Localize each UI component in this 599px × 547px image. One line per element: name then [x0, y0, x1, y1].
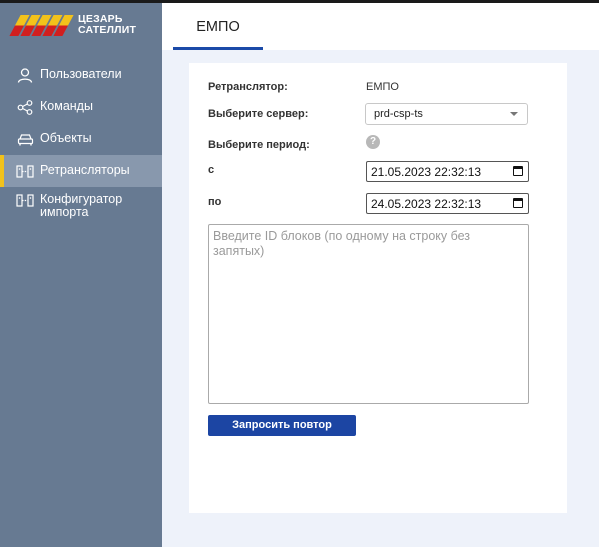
- sidebar-item-label: Ретрансляторы: [40, 163, 130, 177]
- sidebar-item-objects[interactable]: Объекты: [0, 123, 162, 155]
- relay-form-card: Ретранслятор: ЕМПО Выберите сервер: prd-…: [189, 63, 567, 513]
- request-repeat-button[interactable]: Запросить повтор: [208, 415, 356, 436]
- server-select[interactable]: prd-csp-ts: [365, 103, 528, 125]
- calendar-icon[interactable]: [513, 198, 523, 208]
- brand-name: ЦЕЗАРЬ САТЕЛЛИТ: [78, 14, 136, 36]
- logo: ЦЕЗАРЬ САТЕЛЛИТ: [0, 3, 162, 47]
- sidebar: ЦЕЗАРЬ САТЕЛЛИТ Пользователи Команды Объ…: [0, 3, 162, 547]
- logo-stripes-icon: [9, 14, 74, 36]
- calendar-icon[interactable]: [513, 166, 523, 176]
- sidebar-item-label: Объекты: [40, 131, 92, 145]
- relay-icon: [16, 193, 34, 208]
- sidebar-item-commands[interactable]: Команды: [0, 91, 162, 123]
- to-datetime-value: 24.05.2023 22:32:13: [371, 197, 482, 211]
- sidebar-item-label: Конфигуратор импорта: [40, 192, 123, 219]
- tab-empo[interactable]: ЕМПО: [173, 3, 263, 50]
- sidebar-item-label: Пользователи: [40, 67, 122, 81]
- header: ЕМПО: [162, 3, 599, 50]
- to-datetime-input[interactable]: 24.05.2023 22:32:13: [366, 193, 529, 214]
- from-label: с: [208, 164, 215, 176]
- server-label: Выберите сервер:: [208, 108, 309, 120]
- sidebar-item-label: Команды: [40, 99, 93, 113]
- server-select-value: prd-csp-ts: [374, 108, 423, 120]
- sidebar-menu: Пользователи Команды Объекты Ретранслято…: [0, 59, 162, 225]
- share-nodes-icon: [16, 100, 34, 115]
- user-icon: [16, 68, 34, 83]
- brand-line-2: САТЕЛЛИТ: [78, 24, 137, 36]
- to-label: по: [208, 196, 222, 208]
- help-icon[interactable]: ?: [366, 135, 380, 149]
- block-ids-placeholder: Введите ID блоков (по одному на строку б…: [213, 229, 471, 258]
- period-label: Выберите период:: [208, 139, 310, 151]
- block-ids-textarea[interactable]: Введите ID блоков (по одному на строку б…: [208, 224, 529, 404]
- from-datetime-value: 21.05.2023 22:32:13: [371, 165, 482, 179]
- sidebar-item-users[interactable]: Пользователи: [0, 59, 162, 91]
- from-datetime-input[interactable]: 21.05.2023 22:32:13: [366, 161, 529, 182]
- chevron-down-icon: [510, 112, 518, 116]
- relay-value: ЕМПО: [366, 81, 399, 93]
- sidebar-item-relays[interactable]: Ретрансляторы: [0, 155, 162, 187]
- relay-icon: [16, 164, 34, 179]
- car-icon: [16, 132, 34, 147]
- relay-label: Ретранслятор:: [208, 81, 288, 93]
- sidebar-item-import-configurator[interactable]: Конфигуратор импорта: [0, 187, 162, 225]
